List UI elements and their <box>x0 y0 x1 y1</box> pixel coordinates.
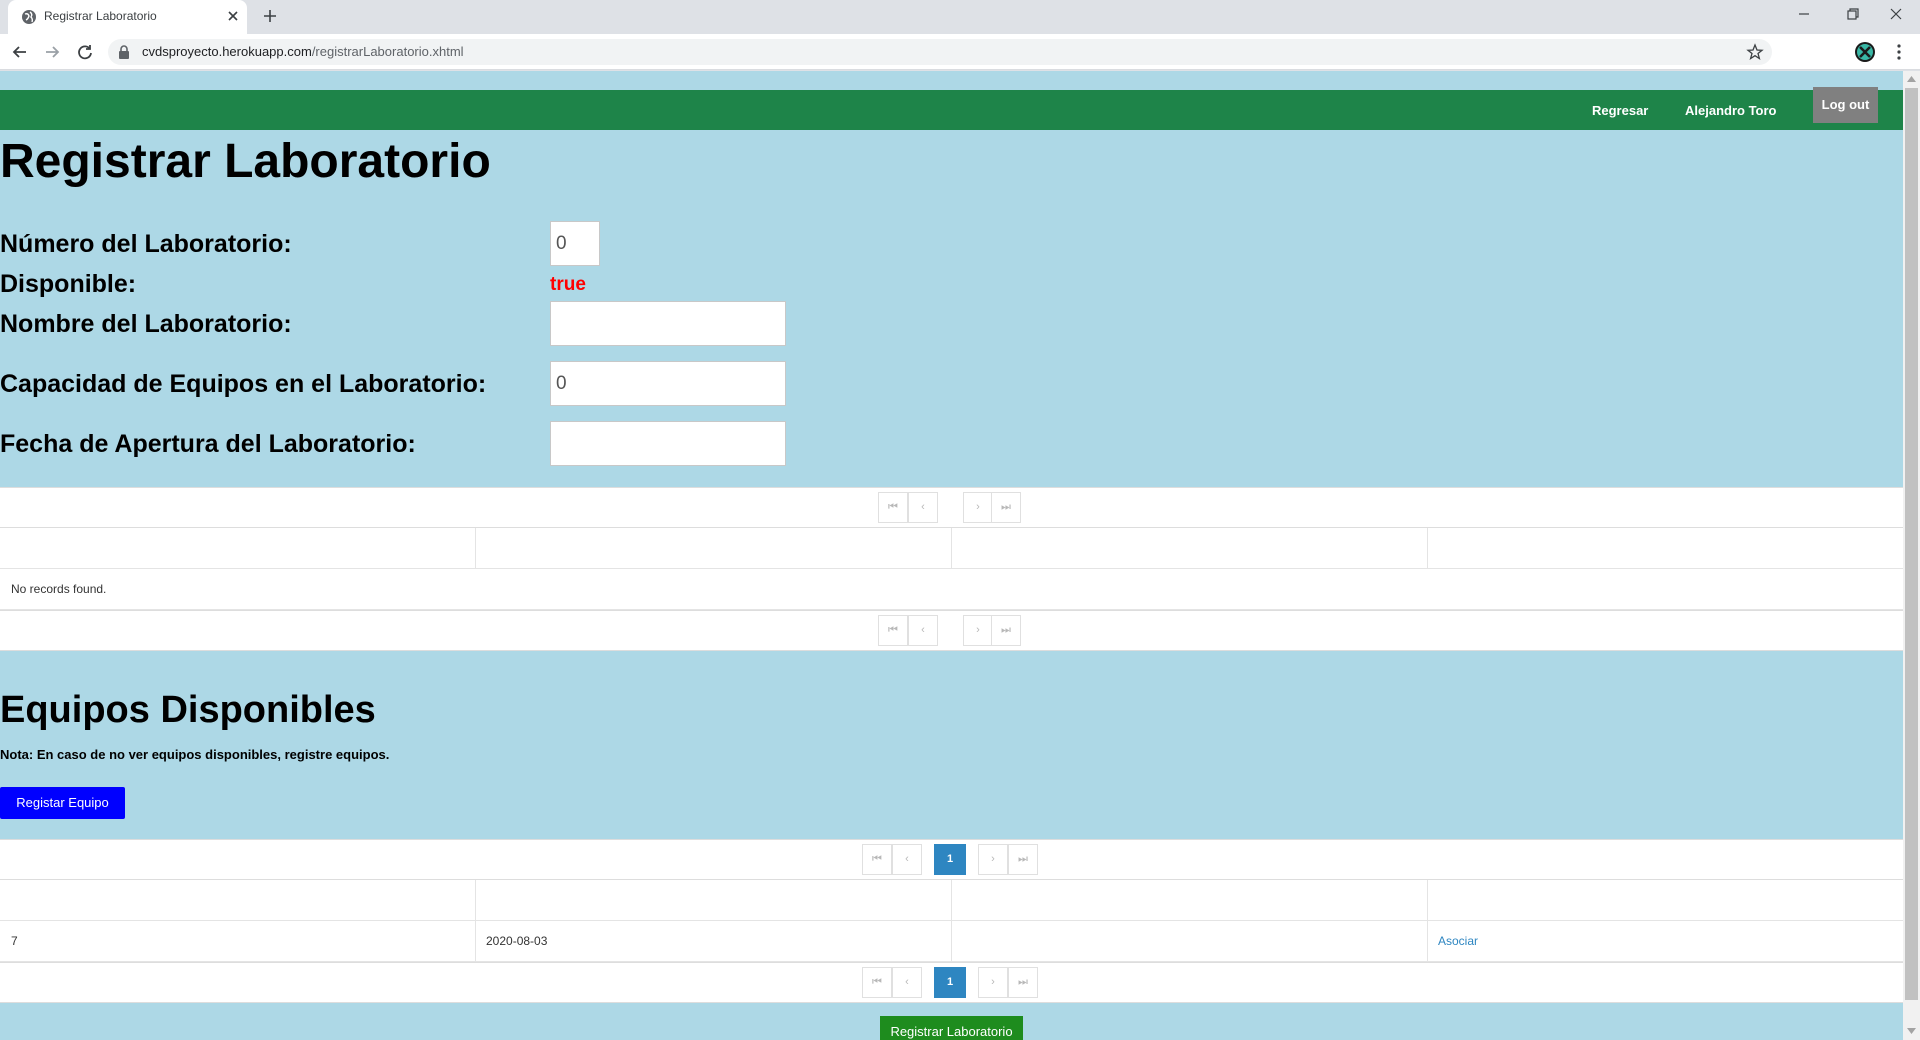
browser-toolbar: cvdsproyecto.herokuapp.com/registrarLabo… <box>0 34 1920 70</box>
tab-strip: Registrar Laboratorio <box>0 0 1920 34</box>
equipment-table-header <box>0 880 1903 921</box>
available-label: Disponible: <box>0 270 137 298</box>
top-navbar: Regresar Alejandro Toro Log out <box>0 87 1903 130</box>
page-viewport: Regresar Alejandro Toro Log out Registra… <box>0 71 1920 1040</box>
page-scrollbar[interactable] <box>1903 71 1920 1040</box>
lab-number-input[interactable] <box>550 221 600 266</box>
next-page-button[interactable]: › <box>978 844 1008 875</box>
close-tab-icon[interactable] <box>225 8 241 24</box>
back-arrow-icon[interactable] <box>10 42 30 62</box>
page-number-button[interactable]: 1 <box>934 844 966 875</box>
last-page-button[interactable]: ⏭ <box>991 492 1021 523</box>
extension-icon[interactable] <box>1854 41 1876 63</box>
logout-button[interactable]: Log out <box>1813 87 1878 123</box>
scrollbar-thumb[interactable] <box>1905 88 1918 1000</box>
browser-menu-icon[interactable] <box>1890 43 1908 61</box>
new-tab-icon[interactable] <box>262 8 278 24</box>
prev-page-button[interactable]: ‹ <box>892 844 922 875</box>
lock-icon[interactable] <box>118 45 130 59</box>
scroll-up-arrow-icon[interactable] <box>1907 76 1916 82</box>
opening-date-label: Fecha de Apertura del Laboratorio: <box>0 430 416 458</box>
available-value: true <box>550 274 586 295</box>
browser-tab[interactable]: Registrar Laboratorio <box>8 0 247 34</box>
address-bar[interactable]: cvdsproyecto.herokuapp.com/registrarLabo… <box>108 39 1772 65</box>
scroll-down-arrow-icon[interactable] <box>1907 1028 1916 1034</box>
tab-title: Registrar Laboratorio <box>44 9 157 23</box>
lab-table-bottom-paginator: ⏮ ‹ › ⏭ <box>0 610 1903 651</box>
opening-date-input[interactable] <box>550 421 786 466</box>
equipment-bottom-paginator: ⏮ ‹ 1 › ⏭ <box>0 962 1903 1003</box>
capacity-input[interactable] <box>550 361 786 406</box>
lab-table-header <box>0 528 1903 569</box>
next-page-button[interactable]: › <box>963 615 993 646</box>
equipment-section-title: Equipos Disponibles <box>0 689 376 731</box>
first-page-button[interactable]: ⏮ <box>878 615 908 646</box>
reload-icon[interactable] <box>75 42 95 62</box>
next-page-button[interactable]: › <box>963 492 993 523</box>
empty-message: No records found. <box>11 582 107 596</box>
lab-table-top-paginator: ⏮ ‹ › ⏭ <box>0 487 1903 528</box>
capacity-label: Capacidad de Equipos en el Laboratorio: <box>0 370 487 398</box>
page-number-button[interactable]: 1 <box>934 967 966 998</box>
forward-arrow-icon[interactable] <box>42 42 62 62</box>
url-text[interactable]: cvdsproyecto.herokuapp.com/registrarLabo… <box>142 44 464 59</box>
first-page-button[interactable]: ⏮ <box>862 967 892 998</box>
first-page-button[interactable]: ⏮ <box>862 844 892 875</box>
last-page-button[interactable]: ⏭ <box>1008 967 1038 998</box>
equipment-note: Nota: En caso de no ver equipos disponib… <box>0 747 390 762</box>
prev-page-button[interactable]: ‹ <box>892 967 922 998</box>
lab-name-input[interactable] <box>550 301 786 346</box>
last-page-button[interactable]: ⏭ <box>991 615 1021 646</box>
register-lab-button[interactable]: Registrar Laboratorio <box>880 1016 1023 1040</box>
restore-icon[interactable] <box>1842 6 1862 22</box>
lab-name-label: Nombre del Laboratorio: <box>0 310 292 338</box>
associate-link[interactable]: Asociar <box>1438 934 1478 948</box>
table-row: 7 2020-08-03 Asociar <box>0 921 1903 962</box>
regresar-link[interactable]: Regresar <box>1592 103 1648 118</box>
bookmark-star-icon[interactable] <box>1746 43 1764 61</box>
lab-table-empty-row: No records found. <box>0 569 1903 610</box>
globe-icon <box>22 10 36 24</box>
user-name-link[interactable]: Alejandro Toro <box>1685 103 1776 118</box>
register-equipment-button[interactable]: Registar Equipo <box>0 787 125 819</box>
next-page-button[interactable]: › <box>978 967 1008 998</box>
prev-page-button[interactable]: ‹ <box>908 615 938 646</box>
page-title: Registrar Laboratorio <box>0 135 491 188</box>
lab-number-label: Número del Laboratorio: <box>0 230 292 258</box>
equipment-id-cell: 7 <box>11 934 18 948</box>
close-window-icon[interactable] <box>1886 6 1906 22</box>
first-page-button[interactable]: ⏮ <box>878 492 908 523</box>
last-page-button[interactable]: ⏭ <box>1008 844 1038 875</box>
equipment-top-paginator: ⏮ ‹ 1 › ⏭ <box>0 839 1903 880</box>
equipment-date-cell: 2020-08-03 <box>486 934 548 948</box>
prev-page-button[interactable]: ‹ <box>908 492 938 523</box>
minimize-icon[interactable] <box>1794 6 1814 22</box>
